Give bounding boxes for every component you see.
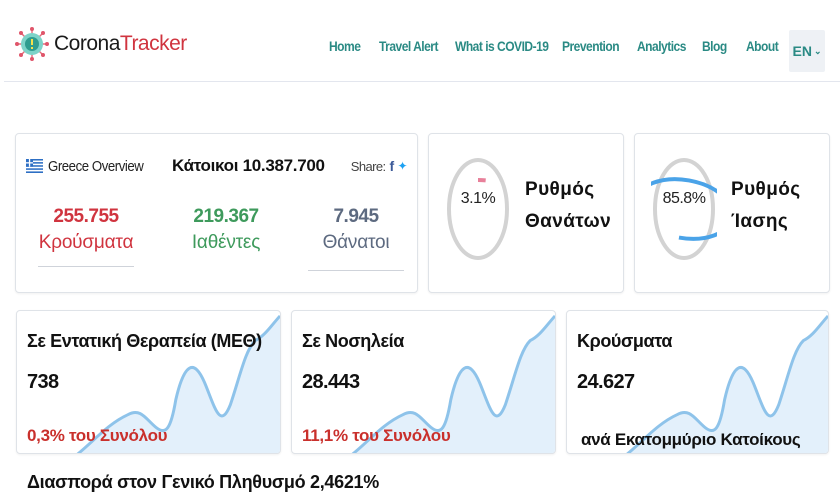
greece-flag-icon [26,159,43,173]
nav-blog[interactable]: Blog [702,38,727,54]
deaths-value: 7.945 [333,206,379,227]
stat-deaths: 7.945 Θάνατοι [308,206,404,271]
death-rate-gauge [429,158,529,260]
death-rate-ring [429,156,529,262]
hospitalized-note: 11,1% του Συνόλου [302,426,451,445]
nav-analytics[interactable]: Analytics [637,38,686,54]
death-rate-title-line2: Θανάτων [525,211,612,232]
hospitalized-value: 28.443 [302,371,360,393]
nav-what-is-covid[interactable]: What is COVID-19 [455,38,549,54]
recovery-rate-title-line1: Ρυθμός [731,179,801,200]
cases-per-million-note: ανά Εκατομμύριο Κατοίκους [581,430,801,449]
nav-about[interactable]: About [746,38,779,54]
language-label: EN [792,43,812,59]
death-rate-card: 3.1% Ρυθμός Θανάτων [428,133,624,293]
death-rate-percent: 3.1% [460,190,496,207]
cases-value: 255.755 [53,206,119,227]
twitter-icon[interactable]: ✦ [398,159,408,173]
icu-note: 0,3% του Συνόλου [27,426,168,445]
death-rate-title: Ρυθμός Θανάτων [525,174,611,238]
recovered-label: Ιαθέντες [191,232,261,253]
population: Κάτοικοι 10.387.700 [172,156,325,175]
navbar: CoronaTracker Home Travel Alert What is … [0,0,840,82]
cases-per-million-value: 24.627 [577,371,635,393]
overview-header: Greece Overview Κάτοικοι 10.387.700 [26,156,325,176]
nav-prevention[interactable]: Prevention [562,38,620,54]
chevron-down-icon: ⌄ [813,45,822,56]
cases-underline [38,266,134,267]
stat-cases: 255.755 Κρούσματα [38,206,134,267]
recovery-rate-card: 85.8% Ρυθμός Ίασης [634,133,830,293]
facebook-icon[interactable]: f [389,158,394,174]
deaths-label: Θάνατοι [322,232,390,253]
recovered-value: 219.367 [193,206,259,227]
population-spread: Διασπορά στον Γενικό Πληθυσμό 2,4621% [27,472,379,492]
hospitalized-card: Σε Νοσηλεία 28.443 11,1% του Συνόλου [291,310,556,454]
stat-recovered: 219.367 Ιαθέντες [176,206,276,254]
cases-per-million-card: Κρούσματα 24.627 ανά Εκατομμύριο Κατοίκο… [566,310,829,454]
cases-per-million-title: Κρούσματα [577,331,672,351]
icu-card: Σε Εντατική Θεραπεία (ΜΕΘ) 738 0,3% του … [16,310,281,454]
nav-home[interactable]: Home [329,38,361,54]
share-group: Share: f ✦ [350,158,408,174]
death-rate-arc [429,178,529,240]
country-overview-card: Greece Overview Κάτοικοι 10.387.700 Shar… [15,133,418,293]
share-label: Share: [350,158,386,174]
deaths-underline [308,270,404,271]
nav-links: Home Travel Alert What is COVID-19 Preve… [0,38,840,62]
overview-title: Greece Overview [48,157,144,175]
icu-title: Σε Εντατική Θεραπεία (ΜΕΘ) [27,331,262,351]
recovery-rate-percent: 85.8% [662,190,706,207]
hospitalized-title: Σε Νοσηλεία [302,331,404,351]
recovery-rate-title-line2: Ίασης [731,211,789,232]
cases-label: Κρούσματα [38,232,134,253]
recovery-rate-gauge [635,158,735,260]
death-rate-title-line1: Ρυθμός [525,179,595,200]
icu-value: 738 [27,371,59,393]
language-select[interactable]: EN ⌄ [789,30,825,72]
navbar-divider [4,81,840,82]
recovery-rate-ring [635,156,735,262]
recovery-rate-title: Ρυθμός Ίασης [731,174,801,238]
nav-travel-alert[interactable]: Travel Alert [379,38,438,54]
